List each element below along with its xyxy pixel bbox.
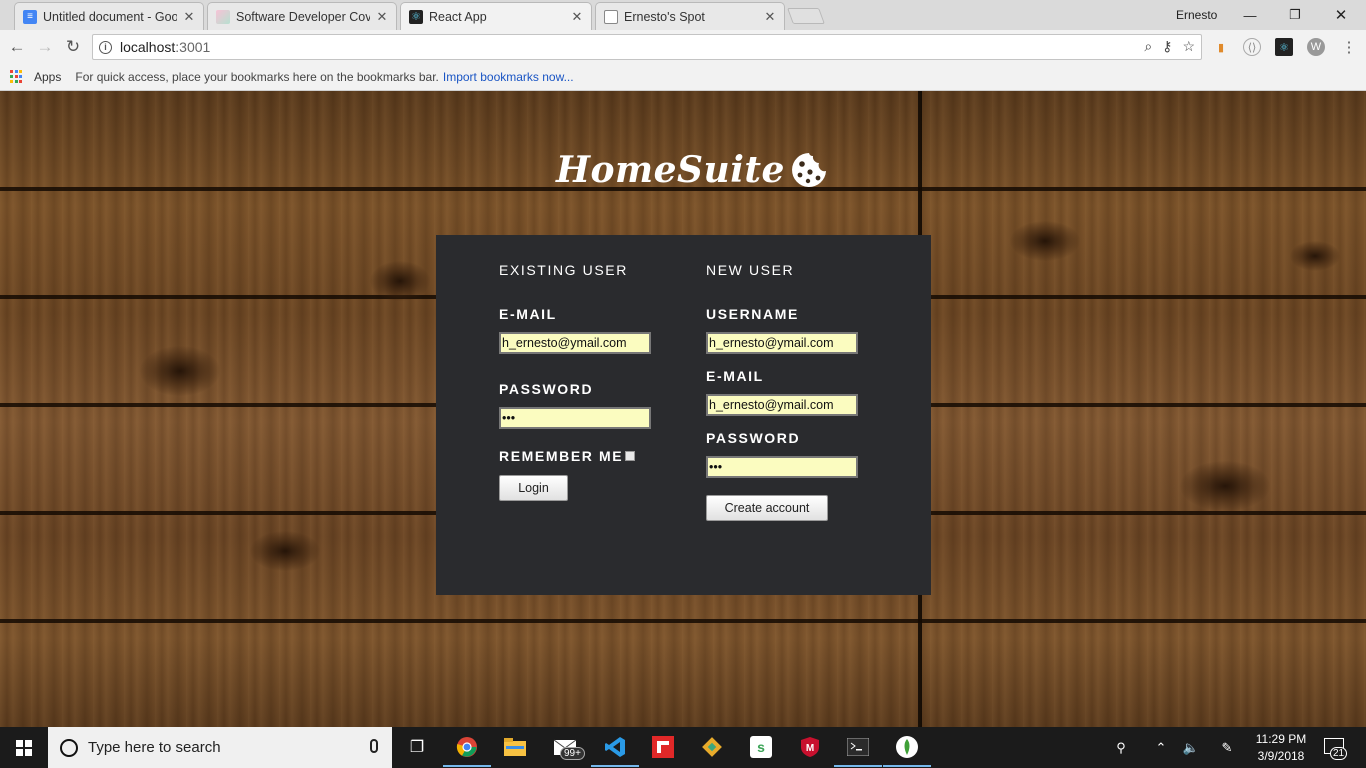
tab-ernestos-spot[interactable]: Ernesto's Spot ✕	[595, 2, 785, 30]
task-view-icon[interactable]: ❐	[402, 732, 432, 762]
tab-title: Software Developer Cove	[236, 9, 370, 24]
file-explorer-icon[interactable]	[500, 732, 530, 762]
login-panel: EXISTING USER E-MAIL PASSWORD REMEMBER M…	[436, 235, 931, 595]
chrome-icon[interactable]	[443, 732, 491, 767]
clock-time: 11:29 PM	[1255, 732, 1307, 746]
mcafee-icon[interactable]: M	[795, 732, 825, 762]
create-account-button[interactable]: Create account	[706, 495, 828, 521]
taskbar-search[interactable]: Type here to search	[48, 727, 392, 768]
browser-toolbar: ← → ↻ i localhost:3001 ⌕ ⚷ ☆	[0, 30, 1366, 64]
close-icon[interactable]: ✕	[183, 9, 195, 25]
window-close-icon[interactable]: ✕	[1318, 4, 1364, 26]
star-icon[interactable]: ☆	[1182, 38, 1195, 55]
username-label: USERNAME	[706, 306, 799, 322]
wood-knot	[1290, 241, 1340, 271]
info-icon[interactable]: i	[99, 40, 112, 54]
google-docs-icon: ≡	[23, 9, 37, 24]
microphone-icon[interactable]	[370, 739, 378, 753]
tab-google-docs[interactable]: ≡ Untitled document - Goo ✕	[14, 2, 204, 30]
wood-knot	[1010, 221, 1080, 261]
homesuite-logo: HomeSuite	[556, 149, 829, 191]
extension-w-icon[interactable]: W	[1307, 38, 1325, 56]
pen-workspace-icon[interactable]: ✎	[1216, 727, 1238, 768]
reload-icon[interactable]: ↻	[62, 36, 84, 58]
mongodb-icon[interactable]	[883, 732, 931, 767]
tab-strip: ≡ Untitled document - Goo ✕ Software Dev…	[0, 0, 1366, 30]
close-icon[interactable]: ✕	[571, 9, 583, 25]
flipboard-icon[interactable]	[648, 732, 678, 762]
vscode-icon[interactable]	[591, 732, 639, 767]
zoom-icon[interactable]: ⌕	[1144, 38, 1152, 55]
back-icon[interactable]: ←	[6, 36, 28, 58]
react-icon: ⚛	[409, 9, 423, 24]
wood-knot	[370, 261, 430, 301]
start-button[interactable]	[0, 727, 48, 768]
extension-bookmark-icon[interactable]: ▮	[1212, 38, 1230, 56]
tab-software-developer[interactable]: Software Developer Cove ✕	[207, 2, 397, 30]
cookie-icon	[791, 153, 826, 187]
remember-me-checkbox[interactable]	[625, 451, 635, 461]
mail-badge: 99+	[560, 747, 585, 760]
system-clock[interactable]: 11:29 PM 3/9/2018	[1250, 731, 1312, 765]
key-icon[interactable]: ⚷	[1162, 38, 1172, 55]
clock-date: 3/9/2018	[1257, 749, 1305, 763]
volume-icon[interactable]: 🔈	[1180, 727, 1202, 768]
apps-link[interactable]: Apps	[34, 70, 61, 84]
new-email-label: E-MAIL	[706, 368, 764, 384]
forward-icon[interactable]: →	[34, 36, 56, 58]
new-password-label: PASSWORD	[706, 430, 801, 446]
existing-email-label: E-MAIL	[499, 306, 557, 322]
react-devtools-icon[interactable]: ⚛	[1275, 38, 1293, 56]
taskbar: Type here to search ❐ 99+ s M ⚲ ⌃ 🔈 ✎ 11…	[0, 727, 1366, 768]
tab-title: Untitled document - Goo	[43, 9, 177, 24]
restore-icon[interactable]: ❐	[1272, 4, 1318, 26]
url-text[interactable]: localhost:3001	[120, 39, 210, 55]
wood-knot	[140, 346, 220, 396]
search-placeholder: Type here to search	[88, 739, 221, 756]
new-tab-button[interactable]	[787, 8, 825, 24]
extension-code-icon[interactable]: ⟨⟩	[1243, 38, 1261, 56]
existing-email-input[interactable]	[499, 332, 651, 354]
svg-text:M: M	[806, 743, 814, 754]
close-icon[interactable]: ✕	[376, 9, 388, 25]
svg-text:s: s	[757, 739, 765, 755]
blank-page-icon	[604, 9, 618, 24]
bookmarks-hint: For quick access, place your bookmarks h…	[75, 70, 439, 84]
minimize-icon[interactable]: —	[1227, 4, 1273, 26]
cortana-icon	[60, 738, 78, 757]
slack-icon[interactable]: s	[746, 732, 776, 762]
notification-count: 21	[1330, 747, 1348, 760]
wood-knot	[250, 531, 320, 571]
existing-password-input[interactable]	[499, 407, 651, 429]
gitkraken-icon[interactable]	[697, 732, 727, 762]
people-icon[interactable]: ⚲	[1110, 727, 1132, 768]
logo-text: HomeSuite	[556, 149, 785, 191]
import-bookmarks-link[interactable]: Import bookmarks now...	[443, 70, 574, 84]
show-hidden-icons-icon[interactable]: ⌃	[1150, 727, 1172, 768]
gradient-page-icon	[216, 9, 230, 24]
new-user-title: NEW USER	[706, 262, 795, 278]
wood-knot	[1180, 461, 1270, 511]
windows-logo-icon	[16, 739, 32, 756]
login-button[interactable]: Login	[499, 475, 568, 501]
new-email-input[interactable]	[706, 394, 858, 416]
bookmarks-bar: Apps For quick access, place your bookma…	[0, 64, 1366, 91]
existing-user-title: EXISTING USER	[499, 262, 628, 278]
terminal-icon[interactable]	[834, 732, 882, 767]
new-password-input[interactable]	[706, 456, 858, 478]
apps-icon[interactable]	[10, 70, 24, 84]
address-bar[interactable]: i localhost:3001 ⌕ ⚷ ☆	[92, 34, 1202, 60]
tab-react-app[interactable]: ⚛ React App ✕	[400, 2, 592, 30]
existing-password-label: PASSWORD	[499, 381, 594, 397]
menu-icon[interactable]: ⋮	[1340, 38, 1358, 56]
tab-title: React App	[429, 9, 487, 24]
profile-name[interactable]: Ernesto	[1176, 8, 1217, 22]
remember-me-label: REMEMBER ME	[499, 448, 624, 464]
username-input[interactable]	[706, 332, 858, 354]
close-icon[interactable]: ✕	[764, 9, 776, 25]
page-background: HomeSuite EXISTING USER E-MAIL PASSWORD …	[0, 91, 1366, 727]
tab-title: Ernesto's Spot	[624, 9, 705, 24]
